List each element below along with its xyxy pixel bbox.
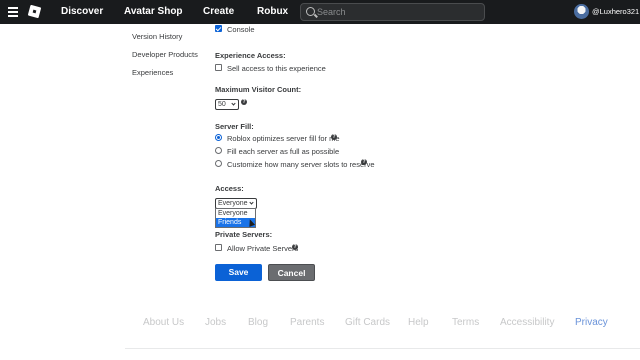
search-input[interactable]	[317, 5, 477, 19]
experience-access-heading: Experience Access:	[215, 51, 286, 60]
server-fill-label-optimized: Roblox optimizes server fill for me	[227, 134, 340, 143]
footer-link-terms[interactable]: Terms	[452, 317, 479, 328]
footer-link-parents[interactable]: Parents	[290, 317, 324, 328]
allow-private-servers-checkbox[interactable]	[215, 244, 222, 251]
chevron-down-icon	[249, 200, 254, 205]
sidebar-item-experiences[interactable]: Experiences	[132, 68, 173, 77]
server-fill-radio-custom[interactable]	[215, 160, 222, 167]
access-selected-value: Everyone	[218, 200, 248, 207]
search-box[interactable]	[300, 3, 485, 21]
sidebar-item-version-history[interactable]: Version History	[132, 32, 182, 41]
hamburger-menu-icon[interactable]	[8, 7, 18, 17]
chevron-down-icon	[231, 101, 236, 106]
access-option-everyone[interactable]: Everyone	[216, 209, 255, 218]
sell-access-checkbox[interactable]	[215, 64, 222, 71]
private-servers-help-icon[interactable]: ?	[292, 244, 298, 250]
footer-divider	[125, 348, 640, 349]
console-label: Console	[227, 25, 255, 34]
footer-link-about-us[interactable]: About Us	[143, 317, 184, 328]
allow-private-servers-label: Allow Private Servers	[227, 244, 299, 253]
sell-access-label: Sell access to this experience	[227, 64, 326, 73]
username[interactable]: @Luxhero321	[592, 7, 639, 16]
server-fill-help-icon[interactable]: ?	[331, 134, 337, 140]
footer-link-accessibility[interactable]: Accessibility	[500, 317, 554, 328]
save-button[interactable]: Save	[215, 264, 262, 281]
avatar[interactable]	[574, 4, 589, 19]
nav-create[interactable]: Create	[203, 6, 234, 17]
search-icon	[306, 7, 315, 16]
server-slots-help-icon[interactable]: ?	[361, 159, 367, 165]
nav-avatar-shop[interactable]: Avatar Shop	[124, 6, 183, 17]
nav-discover[interactable]: Discover	[61, 6, 103, 17]
server-fill-label-custom: Customize how many server slots to reser…	[227, 160, 375, 169]
server-fill-radio-optimized[interactable]	[215, 134, 222, 141]
footer-link-privacy[interactable]: Privacy	[575, 317, 608, 328]
sidebar-item-developer-products[interactable]: Developer Products	[132, 50, 198, 59]
server-fill-radio-full[interactable]	[215, 147, 222, 154]
footer-link-help[interactable]: Help	[408, 317, 429, 328]
server-fill-label-full: Fill each server as full as possible	[227, 147, 340, 156]
max-visitor-value: 50	[218, 101, 226, 108]
console-checkbox[interactable]	[215, 25, 222, 32]
top-navigation-bar: Discover Avatar Shop Create Robux @Luxhe…	[0, 0, 640, 24]
cancel-button[interactable]: Cancel	[268, 264, 315, 281]
footer-link-jobs[interactable]: Jobs	[205, 317, 226, 328]
max-visitor-select[interactable]: 50	[215, 99, 239, 110]
server-fill-heading: Server Fill:	[215, 122, 254, 131]
footer-link-gift-cards[interactable]: Gift Cards	[345, 317, 390, 328]
footer-link-blog[interactable]: Blog	[248, 317, 268, 328]
private-servers-heading: Private Servers:	[215, 230, 273, 239]
nav-robux[interactable]: Robux	[257, 6, 288, 17]
roblox-logo-icon[interactable]	[27, 4, 42, 19]
max-visitor-help-icon[interactable]: ?	[241, 99, 247, 105]
max-visitor-heading: Maximum Visitor Count:	[215, 85, 302, 94]
access-heading: Access:	[215, 184, 244, 193]
